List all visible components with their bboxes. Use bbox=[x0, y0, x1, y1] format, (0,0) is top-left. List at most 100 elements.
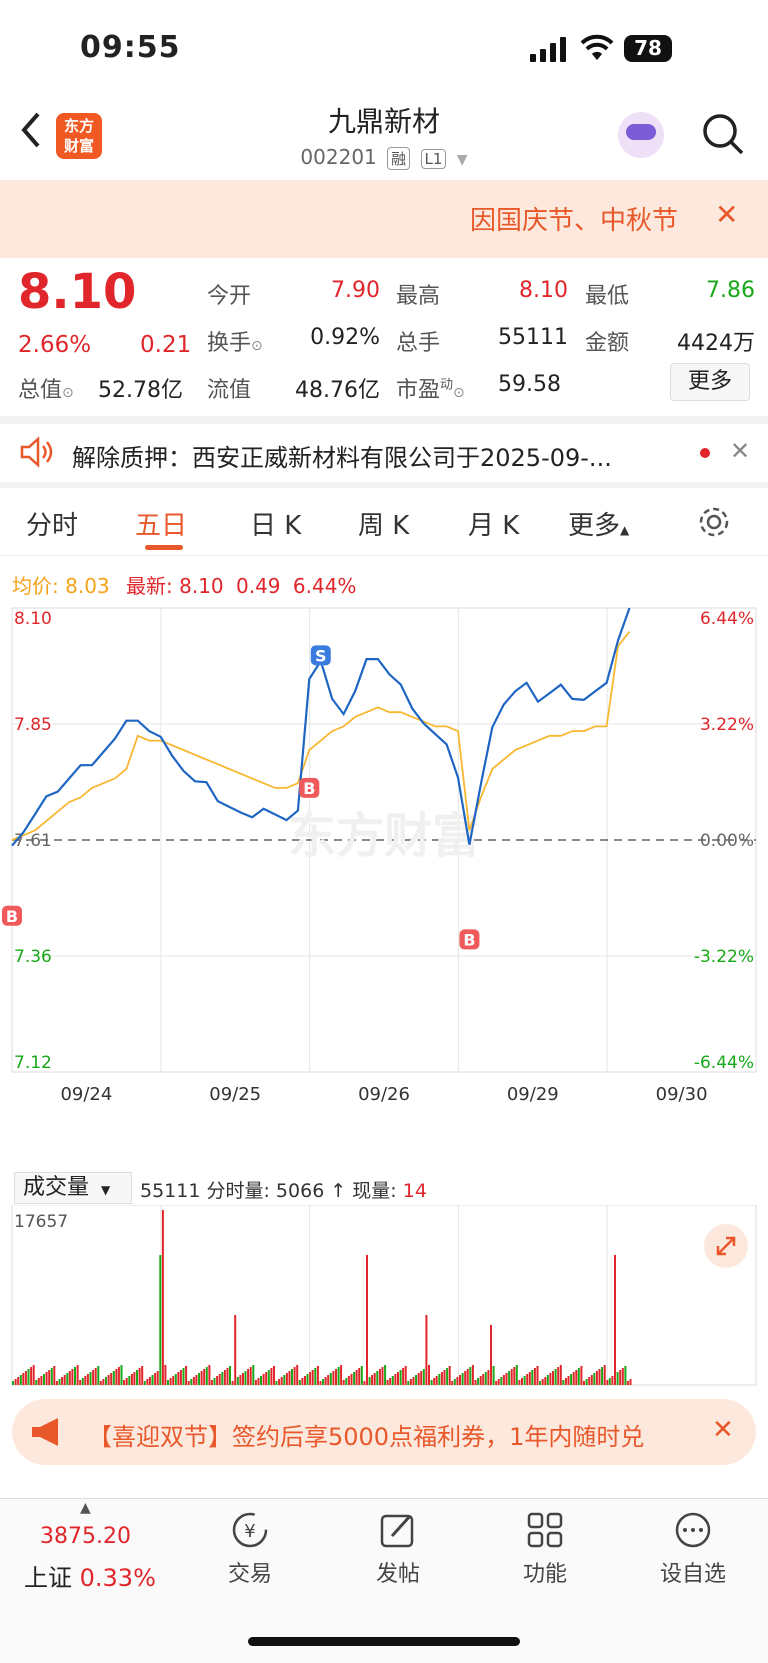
volume-bar bbox=[381, 1367, 384, 1385]
volume-bar bbox=[539, 1381, 542, 1385]
volume-bar bbox=[552, 1371, 554, 1385]
volume-bar bbox=[557, 1367, 560, 1385]
volume-bar bbox=[536, 1366, 539, 1385]
volume-bar bbox=[353, 1372, 356, 1385]
pledge-news-text[interactable]: 解除质押：西安正威新材料有限公司于2025-09-... bbox=[72, 438, 612, 473]
megaphone-icon bbox=[32, 1418, 58, 1446]
volume-bar bbox=[616, 1372, 619, 1385]
volume-bar bbox=[497, 1379, 500, 1385]
volume-bar bbox=[143, 1381, 146, 1385]
tab-weekly-k[interactable]: 周 K bbox=[358, 505, 409, 542]
nav-post[interactable]: 发帖 bbox=[343, 1510, 453, 1588]
low-value: 7.86 bbox=[706, 278, 755, 303]
volume-bar bbox=[148, 1377, 151, 1385]
volume-bar bbox=[461, 1373, 464, 1385]
volume-bar bbox=[456, 1377, 459, 1385]
watermark: 东方财富 bbox=[288, 808, 480, 864]
volume-bar bbox=[585, 1379, 588, 1385]
volume-bar bbox=[270, 1368, 273, 1385]
volume-bar bbox=[433, 1378, 436, 1385]
volume-bar bbox=[68, 1371, 71, 1385]
volume-bar bbox=[621, 1368, 624, 1385]
volume-bar bbox=[174, 1374, 177, 1385]
volume-bar bbox=[304, 1376, 306, 1385]
volume-bar bbox=[35, 1380, 38, 1385]
volume-bar bbox=[373, 1373, 376, 1385]
search-icon[interactable] bbox=[702, 113, 746, 157]
more-quote-button[interactable]: 更多 bbox=[670, 363, 750, 401]
volume-bar bbox=[115, 1369, 118, 1385]
volume-bar bbox=[239, 1375, 242, 1385]
volume-bar bbox=[133, 1372, 136, 1385]
y-tick-right: 0.00% bbox=[700, 831, 754, 851]
grid-icon bbox=[527, 1512, 563, 1548]
volume-bar bbox=[389, 1378, 392, 1385]
volume-bar bbox=[128, 1376, 131, 1385]
pledge-close-icon[interactable]: ✕ bbox=[730, 437, 750, 465]
nav-functions-label: 功能 bbox=[522, 1562, 567, 1587]
y-tick-right: 6.44% bbox=[700, 609, 754, 629]
volume-bar bbox=[451, 1381, 454, 1385]
volume-bar bbox=[360, 1366, 363, 1385]
volume-bar bbox=[404, 1366, 407, 1385]
five-day-price-chart[interactable]: 东方财富 8.10 7.85 7.61 7.36 7.12 6.44% 3.22% 0.00% -… bbox=[0, 600, 768, 1140]
change-pct: 2.66% bbox=[18, 332, 92, 358]
volume-bar bbox=[453, 1379, 456, 1385]
volume-bar bbox=[105, 1377, 107, 1385]
volume-info: 55111 分时量: 5066 ↑ 现量: 14 bbox=[140, 1180, 427, 1202]
volume-bar bbox=[107, 1375, 110, 1385]
notice-close-icon[interactable]: ✕ bbox=[715, 198, 738, 231]
caret-up-icon: ▲ bbox=[80, 1500, 91, 1516]
volume-bar bbox=[156, 1371, 159, 1385]
volume-bar bbox=[415, 1375, 418, 1385]
volume-bar bbox=[575, 1370, 578, 1385]
volume-bar bbox=[280, 1377, 283, 1385]
volume-bar bbox=[190, 1379, 193, 1385]
volume-bar bbox=[293, 1367, 296, 1385]
volume-bar bbox=[213, 1378, 216, 1385]
tab-monthly-k[interactable]: 月 K bbox=[468, 505, 519, 542]
volume-bar bbox=[464, 1371, 467, 1385]
volume-bar bbox=[247, 1369, 250, 1385]
promo-close-icon[interactable]: ✕ bbox=[712, 1415, 734, 1445]
index-ticker[interactable]: 上证 0.33% bbox=[24, 1558, 156, 1593]
volume-indicator-select[interactable]: 成交量 ▼ bbox=[14, 1172, 132, 1204]
y-tick-left: 7.85 bbox=[14, 715, 52, 735]
expand-icon[interactable] bbox=[704, 1224, 748, 1268]
volume-bar bbox=[27, 1369, 30, 1385]
nav-trade[interactable]: ¥ 交易 bbox=[195, 1510, 305, 1588]
volume-bar bbox=[342, 1380, 345, 1385]
volume-bar bbox=[526, 1374, 529, 1385]
volume-bar bbox=[471, 1365, 474, 1385]
volume-bar bbox=[495, 1381, 498, 1385]
volume-bar bbox=[322, 1379, 325, 1385]
volume-bar bbox=[226, 1368, 229, 1385]
tab-five-day[interactable]: 五日 bbox=[135, 505, 187, 542]
volume-bar bbox=[559, 1365, 562, 1385]
volume-bar bbox=[417, 1373, 420, 1385]
settings-gear-icon[interactable] bbox=[696, 504, 732, 540]
volume-bar bbox=[386, 1380, 389, 1385]
volume-bar bbox=[521, 1378, 523, 1385]
volume-bar bbox=[159, 1255, 162, 1385]
volume-bar bbox=[231, 1381, 234, 1385]
volume-bar bbox=[378, 1369, 381, 1385]
volume-bar bbox=[192, 1377, 195, 1385]
volume-bar bbox=[66, 1373, 69, 1385]
last-price: 8.10 bbox=[18, 264, 137, 320]
x-tick-label: 09/24 bbox=[60, 1084, 112, 1105]
volume-chart[interactable]: 17657 bbox=[0, 1205, 768, 1390]
index-value[interactable]: 3875.20 bbox=[40, 1524, 131, 1549]
volume-bar bbox=[350, 1374, 353, 1385]
tab-intraday[interactable]: 分时 bbox=[26, 505, 78, 542]
nav-watchlist[interactable]: 设自选 bbox=[638, 1510, 748, 1588]
tab-more[interactable]: 更多▲ bbox=[568, 505, 629, 542]
more-dots-icon bbox=[675, 1512, 711, 1548]
volume-bar bbox=[324, 1377, 327, 1385]
nav-functions[interactable]: 功能 bbox=[490, 1510, 600, 1588]
tab-daily-k[interactable]: 日 K bbox=[250, 505, 301, 542]
x-tick-label: 09/29 bbox=[507, 1084, 559, 1105]
volume-bar bbox=[397, 1372, 399, 1385]
float-value: 48.76亿 bbox=[295, 378, 380, 403]
assistant-avatar[interactable] bbox=[618, 112, 664, 158]
